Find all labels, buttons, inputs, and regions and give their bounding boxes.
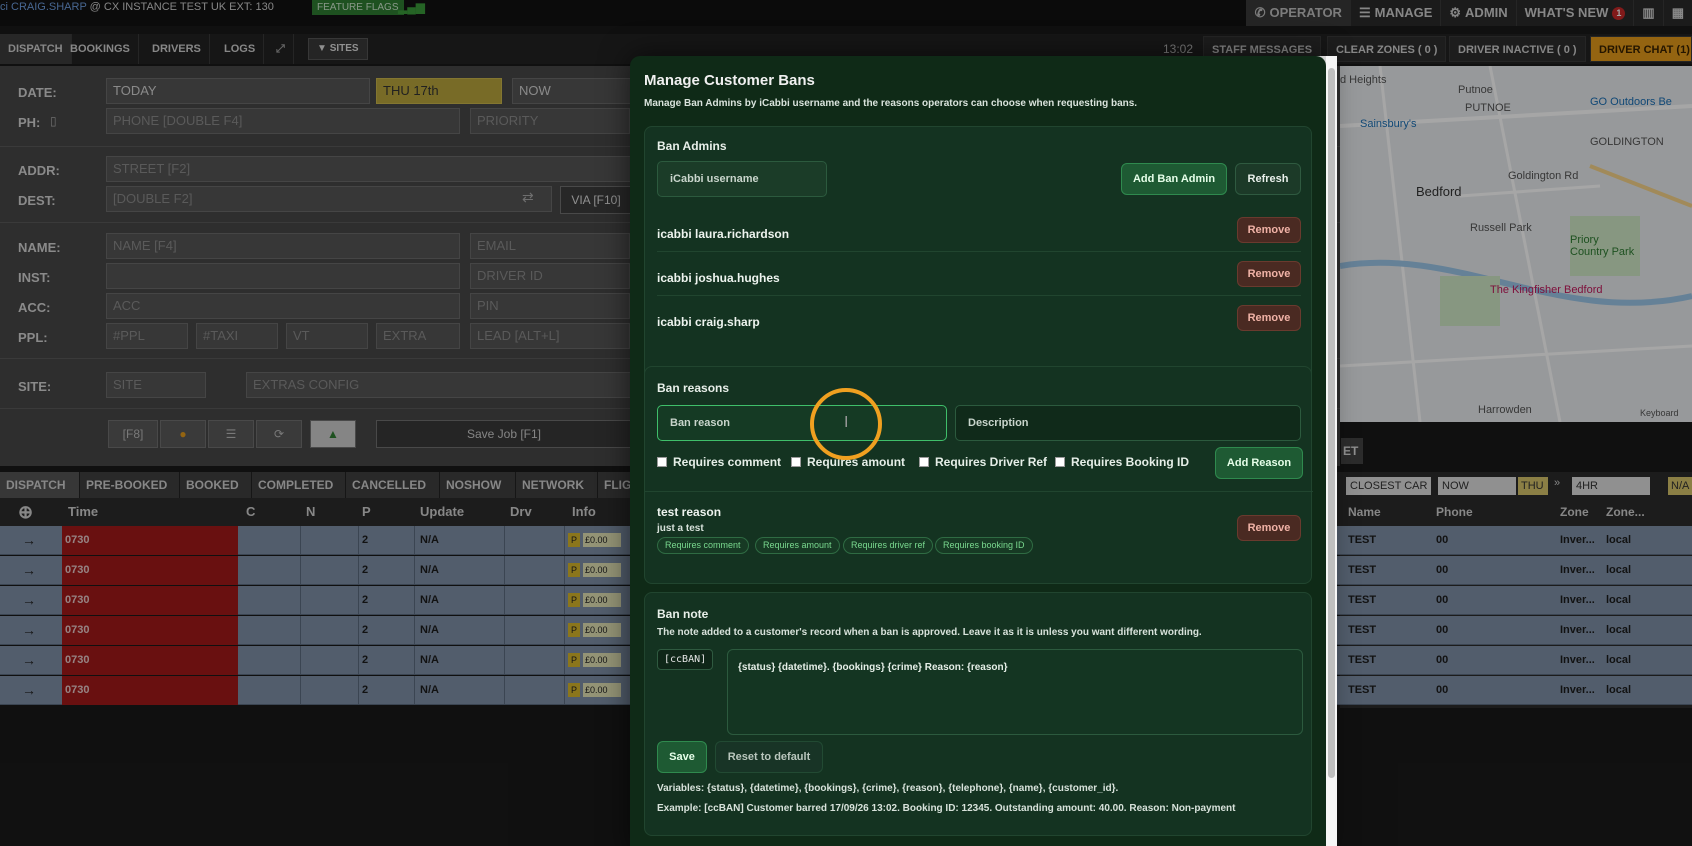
reason-description: just a test xyxy=(657,523,704,534)
checkbox-label: Requires Driver Ref xyxy=(935,455,1048,469)
ban-prefix: [ccBAN] xyxy=(657,649,714,670)
reset-default-button[interactable]: Reset to default xyxy=(715,741,823,773)
reason-tag: Requires comment xyxy=(657,537,749,554)
checkbox[interactable] xyxy=(791,457,801,467)
ban-reason-input[interactable]: Ban reason xyxy=(657,405,947,441)
admin-name: icabbi craig.sharp xyxy=(657,315,760,329)
ban-admins-heading: Ban Admins xyxy=(657,139,727,153)
save-button[interactable]: Save xyxy=(657,741,707,773)
checkbox-label: Requires comment xyxy=(673,455,782,469)
modal-subtitle: Manage Ban Admins by iCabbi username and… xyxy=(644,98,1138,109)
scrollbar-thumb[interactable] xyxy=(1328,68,1335,778)
admin-name: icabbi laura.richardson xyxy=(657,227,790,241)
admin-name: icabbi joshua.hughes xyxy=(657,271,780,285)
divider xyxy=(657,251,1301,252)
requires-driver-ref-checkbox[interactable]: Requires Driver Ref xyxy=(919,455,1047,469)
ban-note-description: The note added to a customer's record wh… xyxy=(657,627,1202,638)
divider xyxy=(645,491,1313,492)
ban-reasons-heading: Ban reasons xyxy=(657,381,730,395)
modal-title: Manage Customer Bans xyxy=(644,72,815,89)
divider xyxy=(657,295,1301,296)
username-input[interactable]: iCabbi username xyxy=(657,161,827,197)
add-reason-button[interactable]: Add Reason xyxy=(1215,447,1303,479)
description-input[interactable]: Description xyxy=(955,405,1301,441)
variables-hint: Variables: {status}, {datetime}, {bookin… xyxy=(657,783,1119,794)
requires-booking-id-checkbox[interactable]: Requires Booking ID xyxy=(1055,455,1189,469)
requires-comment-checkbox[interactable]: Requires comment xyxy=(657,455,781,469)
app-window: ci CRAIG.SHARP @ CX INSTANCE TEST UK EXT… xyxy=(0,0,1692,846)
checkbox[interactable] xyxy=(919,457,929,467)
reason-tag: Requires driver ref xyxy=(843,537,934,554)
remove-reason-button[interactable]: Remove xyxy=(1237,515,1301,541)
checkbox[interactable] xyxy=(657,457,667,467)
reason-tag: Requires booking ID xyxy=(935,537,1033,554)
ban-reasons-section: Ban reasons Ban reason Description Requi… xyxy=(644,366,1313,584)
text-cursor-icon: I xyxy=(844,414,849,431)
ban-note-heading: Ban note xyxy=(657,607,709,621)
remove-admin-button[interactable]: Remove xyxy=(1237,217,1301,243)
remove-admin-button[interactable]: Remove xyxy=(1237,261,1301,287)
refresh-button[interactable]: Refresh xyxy=(1235,163,1301,195)
checkbox-label: Requires Booking ID xyxy=(1071,455,1190,469)
manage-customer-bans-modal: Manage Customer Bans Manage Ban Admins b… xyxy=(630,56,1326,846)
add-ban-admin-button[interactable]: Add Ban Admin xyxy=(1121,163,1227,195)
reason-tag: Requires amount xyxy=(755,537,840,554)
ban-note-template-textarea[interactable]: {status} {datetime}. {bookings} {crime} … xyxy=(727,649,1303,735)
remove-admin-button[interactable]: Remove xyxy=(1237,305,1301,331)
example-hint: Example: [ccBAN] Customer barred 17/09/2… xyxy=(657,803,1236,814)
ban-note-section: Ban note The note added to a customer's … xyxy=(644,592,1312,836)
checkbox[interactable] xyxy=(1055,457,1065,467)
reason-name: test reason xyxy=(657,505,722,519)
